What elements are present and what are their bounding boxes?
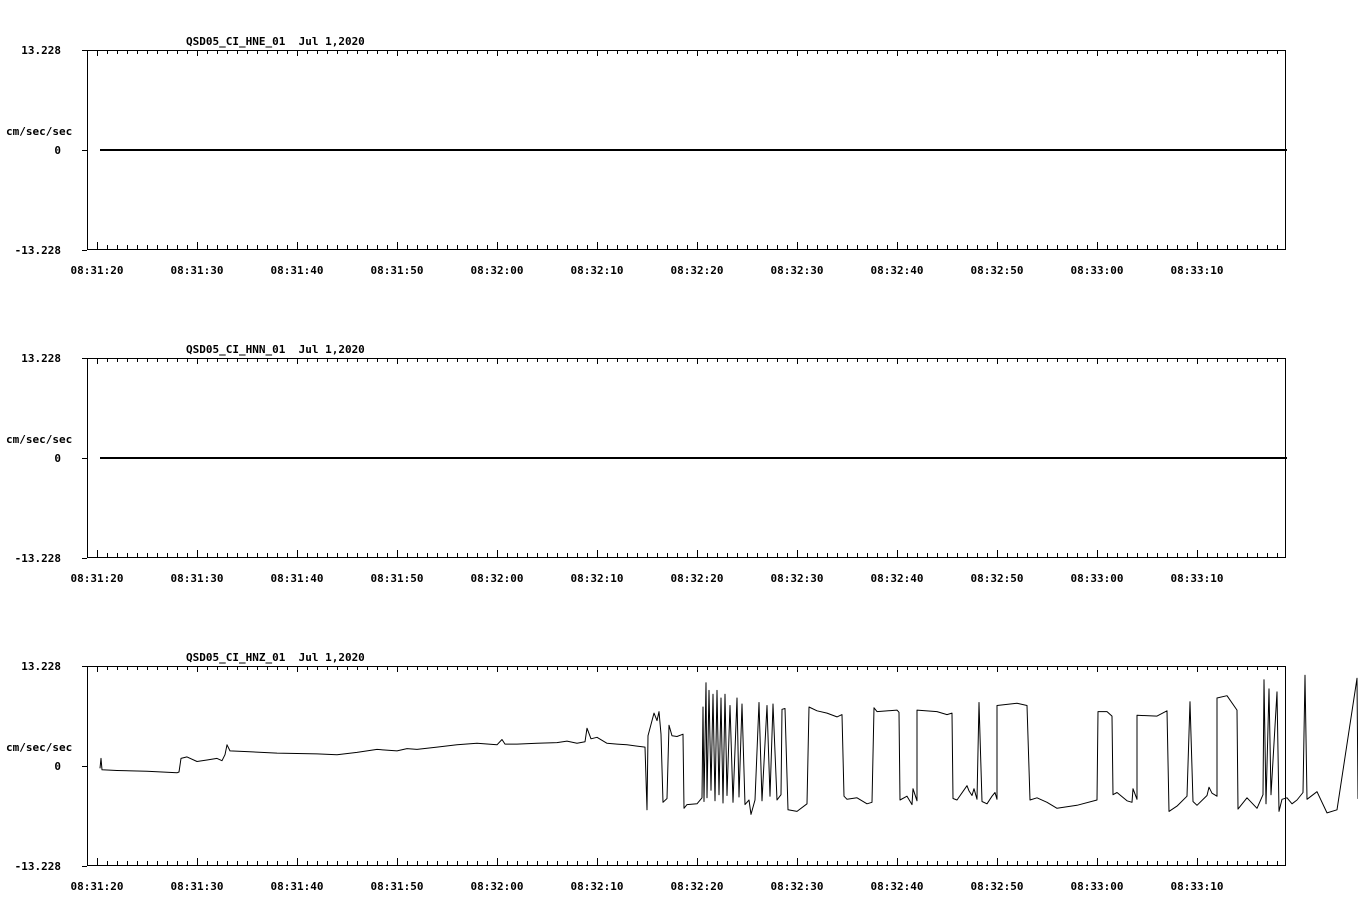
y-tick-label: -13.228 xyxy=(15,552,61,565)
x-tick-label: 08:33:10 xyxy=(1171,264,1224,277)
y-tick-label: 13.228 xyxy=(21,352,61,365)
y-tick-label: -13.228 xyxy=(15,244,61,257)
x-tick-label: 08:31:50 xyxy=(371,264,424,277)
x-tick-label: 08:31:40 xyxy=(271,264,324,277)
x-tick-label: 08:31:30 xyxy=(171,264,224,277)
x-tick-label: 08:32:50 xyxy=(971,572,1024,585)
seismogram-figure: 13.228 0 -13.228 cm/sec/sec QSD05_CI_HNE_01 … xyxy=(6,35,1358,893)
x-tick-label: 08:32:00 xyxy=(471,572,524,585)
y-tick-label: 0 xyxy=(54,452,61,465)
x-tick-label: 08:32:30 xyxy=(771,880,824,893)
y-tick-label: 0 xyxy=(54,144,61,157)
x-tick-label: 08:32:20 xyxy=(671,572,724,585)
y-axis-label: cm/sec/sec xyxy=(6,125,72,138)
x-tick-label: 08:32:50 xyxy=(971,880,1024,893)
y-tick-label: 0 xyxy=(54,760,61,773)
y-tick-label: -13.228 xyxy=(15,860,61,873)
x-tick-label: 08:32:40 xyxy=(871,572,924,585)
trace-line-1 xyxy=(99,674,1358,815)
chart-panel-3: 13.228 0 -13.228 cm/sec/sec QSD05_CI_HNZ_01 … xyxy=(6,651,1358,893)
x-tick-label: 08:31:30 xyxy=(171,880,224,893)
x-tick-label: 08:31:20 xyxy=(71,572,124,585)
x-tick-label: 08:32:10 xyxy=(571,572,624,585)
x-tick-label: 08:31:50 xyxy=(371,880,424,893)
x-tick-label: 08:32:00 xyxy=(471,264,524,277)
y-axis-label: cm/sec/sec xyxy=(6,433,72,446)
x-tick-label: 08:32:20 xyxy=(671,880,724,893)
x-tick-label: 08:32:40 xyxy=(871,880,924,893)
x-tick-label: 08:32:30 xyxy=(771,572,824,585)
chart-panel-2: 13.228 0 -13.228 cm/sec/sec QSD05_CI_HNN_01 … xyxy=(6,343,1287,585)
y-tick-label: 13.228 xyxy=(21,660,61,673)
x-tick-label: 08:33:00 xyxy=(1071,880,1124,893)
x-tick-label: 08:32:20 xyxy=(671,264,724,277)
x-tick-label: 08:33:10 xyxy=(1171,880,1224,893)
x-tick-label: 08:32:10 xyxy=(571,880,624,893)
y-axis-label: cm/sec/sec xyxy=(6,741,72,754)
chart-title: QSD05_CI_HNE_01 Jul 1,2020 xyxy=(186,35,365,48)
x-tick-label: 08:31:50 xyxy=(371,572,424,585)
x-tick-label: 08:33:00 xyxy=(1071,572,1124,585)
x-tick-label: 08:31:20 xyxy=(71,264,124,277)
x-tick-label: 08:33:10 xyxy=(1171,572,1224,585)
x-tick-label: 08:31:40 xyxy=(271,572,324,585)
chart-panel-1: 13.228 0 -13.228 cm/sec/sec QSD05_CI_HNE_01 … xyxy=(6,35,1287,277)
chart-title: QSD05_CI_HNZ_01 Jul 1,2020 xyxy=(186,651,365,664)
x-tick-label: 08:32:50 xyxy=(971,264,1024,277)
x-tick-label: 08:32:10 xyxy=(571,264,624,277)
x-tick-label: 08:31:30 xyxy=(171,572,224,585)
x-tick-label: 08:32:30 xyxy=(771,264,824,277)
x-tick-label: 08:31:40 xyxy=(271,880,324,893)
x-tick-label: 08:32:00 xyxy=(471,880,524,893)
x-tick-label: 08:33:00 xyxy=(1071,264,1124,277)
x-tick-label: 08:32:40 xyxy=(871,264,924,277)
x-tick-label: 08:31:20 xyxy=(71,880,124,893)
chart-title: QSD05_CI_HNN_01 Jul 1,2020 xyxy=(186,343,365,356)
y-tick-label: 13.228 xyxy=(21,44,61,57)
